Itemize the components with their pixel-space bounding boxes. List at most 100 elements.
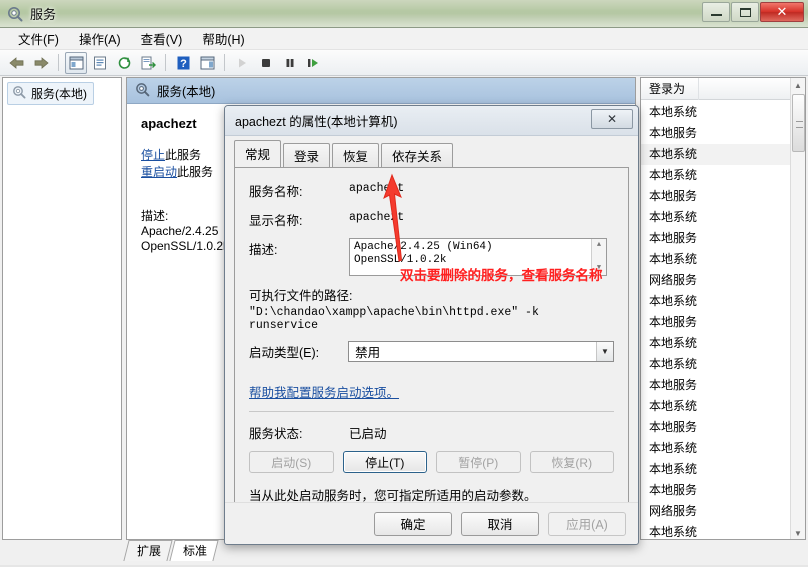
list-column-headers: 登录为 (641, 78, 805, 100)
back-arrow-icon[interactable] (6, 52, 28, 74)
tab-standard[interactable]: 标准 (169, 540, 219, 561)
window-controls: ✕ (701, 2, 804, 22)
menubar: 文件(F) 操作(A) 查看(V) 帮助(H) (0, 28, 808, 50)
list-vertical-scrollbar[interactable]: ▲ ▼ (790, 78, 805, 539)
startup-type-value: 禁用 (355, 346, 381, 360)
chevron-down-icon[interactable]: ▼ (596, 342, 613, 361)
maximize-button[interactable] (731, 2, 759, 22)
scroll-down-icon[interactable]: ▼ (791, 526, 805, 539)
apply-button: 应用(A) (548, 511, 626, 536)
properties-icon[interactable] (89, 52, 111, 74)
stop-service-icon[interactable] (255, 52, 277, 74)
startup-type-label: 启动类型(E): (249, 346, 320, 360)
restart-this-service-link[interactable]: 重启动 (141, 165, 177, 179)
general-tab-panel: 服务名称: apachezt 显示名称: apachezt 描述: Apache… (234, 167, 629, 537)
scroll-up-icon[interactable]: ▲ (592, 239, 606, 252)
table-row[interactable]: 本地系统 (641, 333, 805, 354)
configure-startup-help-link[interactable]: 帮助我配置服务启动选项。 (249, 382, 399, 401)
table-row[interactable]: 本地系统 (641, 291, 805, 312)
dialog-titlebar: apachezt 的属性(本地计算机) ✕ (225, 106, 638, 136)
dialog-description-label: 描述: (249, 243, 278, 257)
show-action-pane-icon[interactable] (196, 52, 218, 74)
scrollbar-thumb[interactable] (792, 94, 805, 152)
start-service-icon (231, 52, 253, 74)
stop-button[interactable]: 停止(T) (342, 451, 427, 473)
table-row[interactable]: 本地服务 (641, 312, 805, 333)
dialog-close-button[interactable]: ✕ (591, 109, 633, 129)
startup-type-select[interactable]: 禁用 ▼ (348, 341, 614, 362)
details-pane-title: 服务(本地) (157, 85, 216, 99)
tab-recovery[interactable]: 恢复 (332, 143, 380, 168)
forward-arrow-icon[interactable] (30, 52, 52, 74)
services-node-icon (12, 85, 26, 102)
maximize-icon (739, 7, 751, 17)
toolbar-separator (58, 54, 59, 71)
close-icon: ✕ (776, 4, 788, 19)
table-row[interactable]: 网络服务 (641, 501, 805, 522)
table-row[interactable]: 本地系统 (641, 459, 805, 480)
divider (249, 411, 614, 412)
table-row[interactable]: 本地系统 (641, 438, 805, 459)
startup-type-row: 启动类型(E): 禁用 ▼ (249, 341, 614, 362)
tab-dependencies[interactable]: 依存关系 (381, 143, 454, 168)
toolbar-separator-2 (165, 54, 166, 71)
menu-action[interactable]: 操作(A) (69, 27, 131, 50)
dialog-title: apachezt 的属性(本地计算机) (235, 115, 398, 129)
table-row[interactable]: 本地系统 (641, 396, 805, 417)
restart-service-icon[interactable] (303, 52, 325, 74)
window-titlebar: 服务 ✕ (0, 0, 808, 28)
table-row[interactable]: 本地系统 (641, 522, 805, 539)
table-row[interactable]: 本地系统 (641, 165, 805, 186)
display-name-label: 显示名称: (249, 214, 303, 228)
stop-this-service-link[interactable]: 停止 (141, 148, 165, 162)
scroll-up-icon[interactable]: ▲ (791, 78, 805, 93)
executable-path-label: 可执行文件的路径: (249, 289, 353, 303)
tab-extended-label: 扩展 (137, 544, 162, 558)
tab-logon[interactable]: 登录 (283, 143, 331, 168)
export-list-icon[interactable] (137, 52, 159, 74)
restart-this-service-suffix: 此服务 (177, 165, 214, 179)
minimize-button[interactable] (702, 2, 730, 22)
dialog-tabs: 常规 登录 恢复 依存关系 (234, 140, 629, 168)
table-row[interactable]: 网络服务 (641, 270, 805, 291)
sidebar-item-services-local[interactable]: 服务(本地) (7, 82, 94, 105)
service-status-row: 服务状态: 已启动 (249, 422, 614, 442)
pause-service-icon[interactable] (279, 52, 301, 74)
service-name-label: 服务名称: (249, 185, 303, 199)
tab-general[interactable]: 常规 (234, 140, 282, 167)
service-status-value: 已启动 (349, 427, 387, 441)
cancel-button[interactable]: 取消 (461, 511, 539, 536)
table-row[interactable]: 本地服务 (641, 123, 805, 144)
ok-button[interactable]: 确定 (374, 511, 452, 536)
table-row[interactable]: 本地系统 (641, 249, 805, 270)
tab-extended[interactable]: 扩展 (123, 540, 173, 561)
services-mmc-window: 服务 ✕ 文件(F) 操作(A) 查看(V) 帮助(H) ? 服务(本地) 服务… (0, 0, 808, 567)
close-icon: ✕ (606, 112, 618, 126)
table-row[interactable]: 本地系统 (641, 354, 805, 375)
executable-path-value: "D:\chandao\xampp\apache\bin\httpd.exe" … (249, 306, 539, 332)
service-control-buttons: 启动(S) 停止(T) 暂停(P) 恢复(R) (249, 451, 614, 473)
refresh-icon[interactable] (113, 52, 135, 74)
table-row[interactable]: 本地服务 (641, 417, 805, 438)
table-row[interactable]: 本地系统 (641, 144, 805, 165)
svg-text:?: ? (180, 58, 187, 70)
column-header-logon-as[interactable]: 登录为 (641, 78, 699, 100)
table-row[interactable]: 本地服务 (641, 186, 805, 207)
close-button[interactable]: ✕ (760, 2, 804, 22)
table-row[interactable]: 本地服务 (641, 228, 805, 249)
resume-button: 恢复(R) (529, 451, 614, 473)
menu-view[interactable]: 查看(V) (131, 27, 193, 50)
menu-file[interactable]: 文件(F) (8, 27, 69, 50)
help-icon[interactable]: ? (172, 52, 194, 74)
services-node-icon (135, 82, 150, 100)
tab-standard-label: 标准 (183, 544, 208, 558)
table-row[interactable]: 本地服务 (641, 480, 805, 501)
menu-help[interactable]: 帮助(H) (192, 27, 254, 50)
table-row[interactable]: 本地服务 (641, 375, 805, 396)
service-status-label: 服务状态: (249, 427, 303, 441)
show-hide-console-tree-icon[interactable] (65, 51, 87, 74)
services-gear-icon (7, 6, 23, 22)
table-row[interactable]: 本地系统 (641, 102, 805, 123)
table-row[interactable]: 本地系统 (641, 207, 805, 228)
details-pane-header: 服务(本地) (127, 78, 635, 104)
